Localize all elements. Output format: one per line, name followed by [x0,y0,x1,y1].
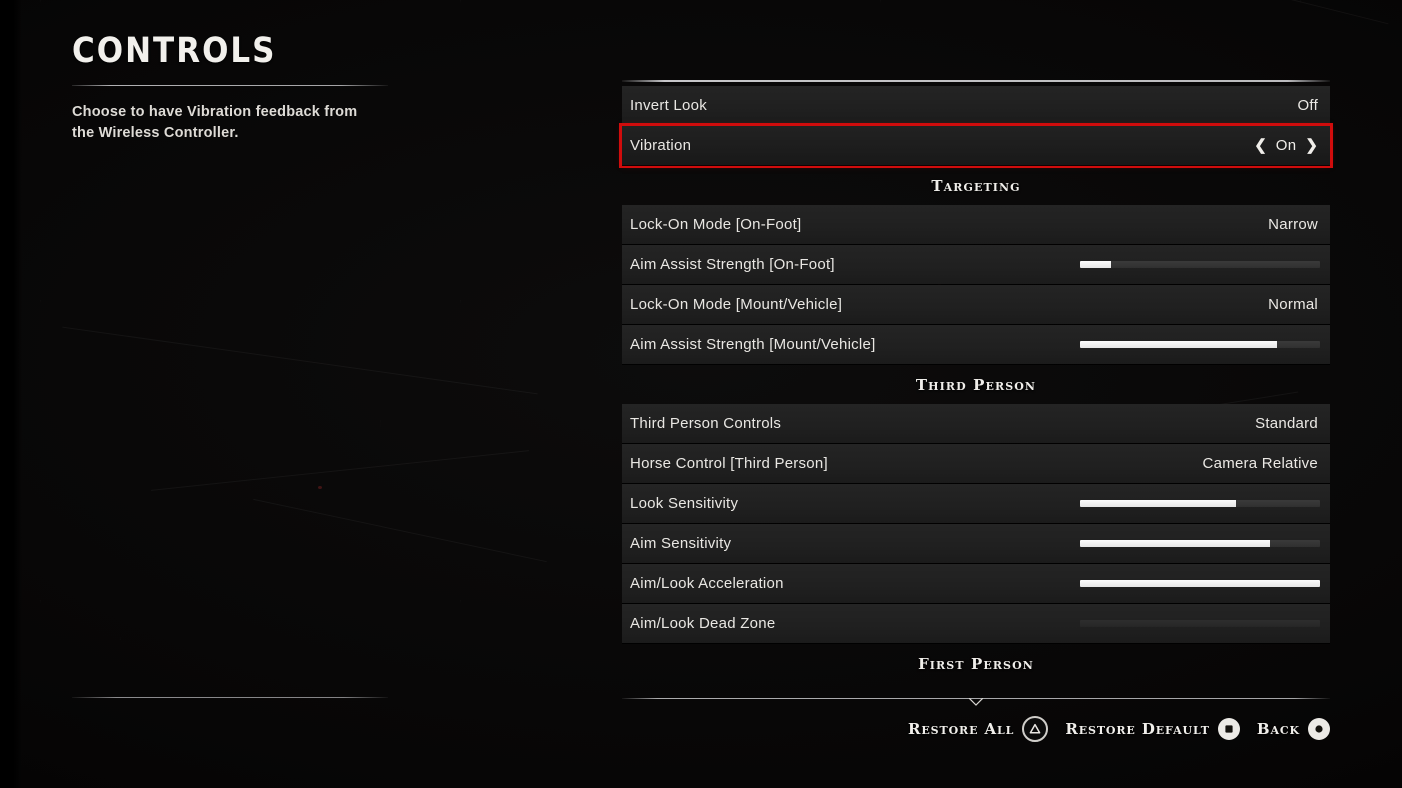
settings-group-third-person: Third Person Controls Standard Horse Contr… [622,404,1330,644]
setting-row-aim-look-acceleration[interactable]: Aim/Look Acceleration [622,564,1330,604]
action-button-bar: Restore All Restore Default Back [908,716,1330,742]
setting-label: Lock-On Mode [On-Foot] [630,216,802,233]
title-divider [72,85,388,86]
setting-value: Off [1297,97,1318,114]
setting-label: Aim/Look Dead Zone [630,615,776,632]
background-scratch [62,326,538,395]
setting-row-horse-control-third-person[interactable]: Horse Control [Third Person] Camera Relat… [622,444,1330,484]
playstation-triangle-icon[interactable] [1022,716,1049,742]
setting-description: Choose to have Vibration feedback from t… [72,104,358,141]
page-title: CONTROLS [72,30,277,71]
setting-stepper-vibration[interactable]: ❮ On ❯ [1254,137,1322,154]
slider-fill [1080,261,1112,268]
setting-row-aim-sensitivity[interactable]: Aim Sensitivity [622,524,1330,564]
setting-value: Narrow [1268,216,1318,233]
setting-row-aim-look-dead-zone[interactable]: Aim/Look Dead Zone [622,604,1330,644]
setting-value: Standard [1255,415,1318,432]
playstation-circle-icon[interactable] [1308,718,1330,740]
background-speck [318,486,322,489]
settings-panel: Invert Look Off Vibration ❮ On ❯ Targeting Lock… [619,80,1333,683]
setting-row-look-sensitivity[interactable]: Look Sensitivity [622,484,1330,524]
action-back[interactable]: Back [1257,718,1330,740]
panel-top-divider [622,80,1330,82]
divider-notch-icon [969,698,983,706]
slider-fill [1080,500,1236,507]
action-label: Restore All [908,720,1015,738]
setting-value: Camera Relative [1202,455,1318,472]
action-label: Back [1256,720,1300,738]
settings-group-targeting: Lock-On Mode [On-Foot] Narrow Aim Assist S… [622,205,1330,365]
settings-group-general: Invert Look Off Vibration ❮ On ❯ [619,86,1333,168]
setting-slider-aim-look-acceleration[interactable] [1080,580,1320,587]
setting-label: Aim/Look Acceleration [630,575,784,592]
setting-row-lock-on-mode-on-foot[interactable]: Lock-On Mode [On-Foot] Narrow [622,205,1330,245]
setting-row-aim-assist-strength-on-foot[interactable]: Aim Assist Strength [On-Foot] [622,245,1330,285]
setting-slider-aim-sensitivity[interactable] [1080,540,1320,547]
setting-label: Vibration [630,137,692,154]
setting-row-third-person-controls[interactable]: Third Person Controls Standard [622,404,1330,444]
setting-slider-look-sensitivity[interactable] [1080,500,1320,507]
background-scratch [150,450,530,491]
setting-row-aim-assist-strength-mount-vehicle[interactable]: Aim Assist Strength [Mount/Vehicle] [622,325,1330,365]
controls-settings-screen: CONTROLS Choose to have Vibration feedba… [0,0,1402,788]
left-vignette [0,0,22,788]
playstation-square-icon[interactable] [1217,718,1240,740]
setting-label: Aim Assist Strength [Mount/Vehicle] [630,336,876,353]
left-info-column: CONTROLS Choose to have Vibration feedba… [72,30,402,144]
setting-label: Aim Sensitivity [630,535,732,552]
action-label: Restore Default [1065,720,1210,738]
slider-fill [1080,540,1270,547]
setting-row-vibration[interactable]: Vibration ❮ On ❯ [619,123,1333,168]
action-restore-all[interactable]: Restore All [908,716,1049,742]
section-heading-targeting: Targeting [931,177,1021,195]
setting-row-invert-look[interactable]: Invert Look Off [622,86,1330,126]
action-restore-default[interactable]: Restore Default [1065,718,1240,740]
section-heading-first-person: First Person [918,655,1034,673]
left-bottom-divider [72,697,388,698]
background-scratch [253,498,547,563]
chevron-left-icon[interactable]: ❮ [1254,138,1267,153]
setting-label: Lock-On Mode [Mount/Vehicle] [630,296,843,313]
background-scratch [1281,0,1389,25]
slider-fill [1080,580,1320,587]
setting-slider-aim-assist-strength-on-foot[interactable] [1080,261,1320,268]
slider-fill [1080,341,1277,348]
section-heading-third-person: Third Person [915,376,1037,394]
setting-label: Look Sensitivity [630,495,739,512]
setting-row-lock-on-mode-mount-vehicle[interactable]: Lock-On Mode [Mount/Vehicle] Normal [622,285,1330,325]
setting-label: Third Person Controls [630,415,782,432]
settings-list: Invert Look Off Vibration ❮ On ❯ Targeting Lock… [619,86,1333,683]
setting-value: On [1275,137,1297,154]
setting-label: Invert Look [630,97,707,114]
setting-slider-aim-look-dead-zone[interactable] [1080,620,1320,627]
setting-slider-aim-assist-strength-mount-vehicle[interactable] [1080,341,1320,348]
setting-label: Horse Control [Third Person] [630,455,828,472]
setting-value: Normal [1268,296,1318,313]
setting-label: Aim Assist Strength [On-Foot] [630,256,835,273]
chevron-right-icon[interactable]: ❯ [1305,138,1318,153]
